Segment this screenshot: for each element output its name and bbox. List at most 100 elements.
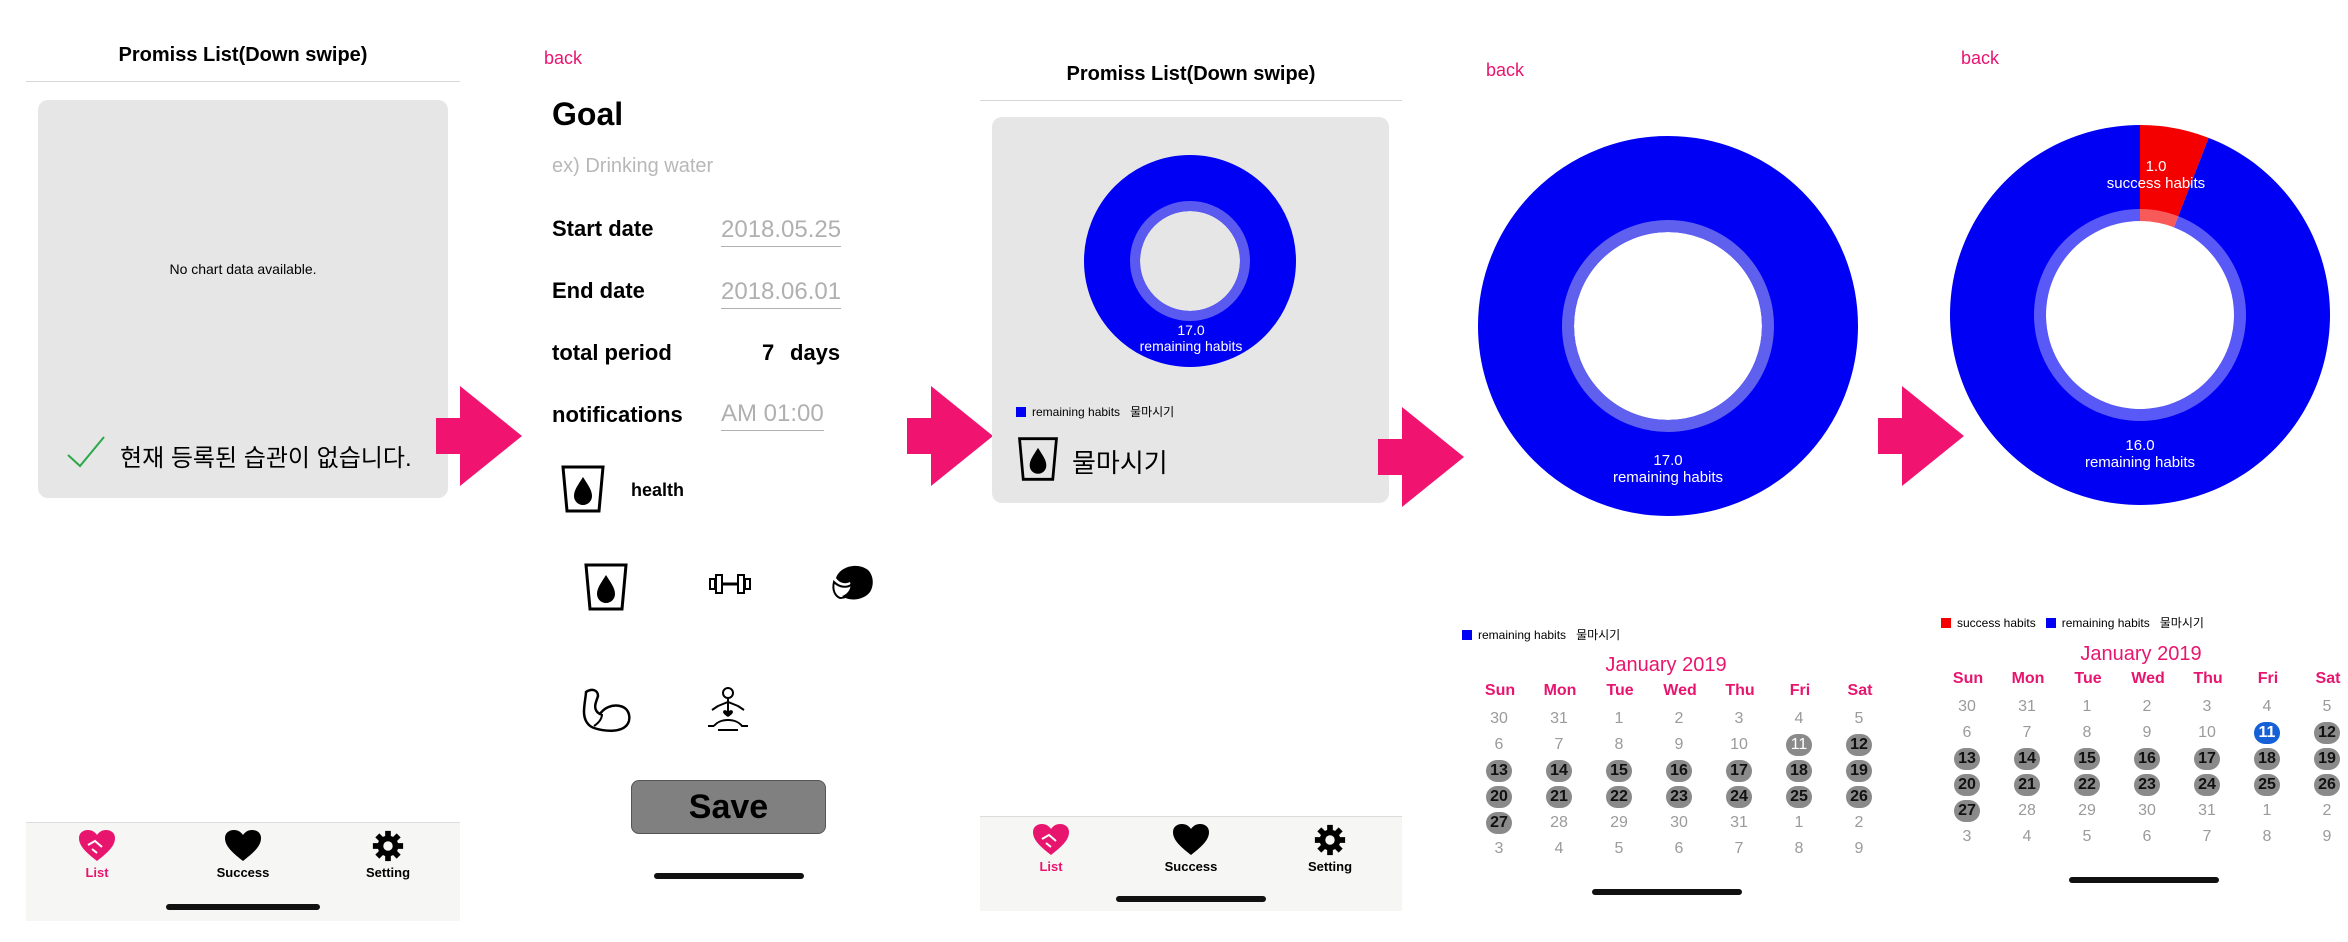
calendar-day[interactable]: 30	[1954, 696, 1980, 718]
calendar-day[interactable]: 1	[1606, 708, 1632, 730]
notification-time-field[interactable]: AM 01:00	[721, 400, 824, 431]
calendar-day[interactable]: 27	[1486, 812, 1512, 834]
calendar-day[interactable]: 14	[2014, 748, 2040, 770]
calendar-day[interactable]: 31	[2194, 800, 2220, 822]
calendar-day[interactable]: 5	[2074, 826, 2100, 848]
back-button[interactable]: back	[544, 48, 582, 69]
calendar-day[interactable]: 15	[1606, 760, 1632, 782]
calendar-day[interactable]: 2	[2314, 800, 2340, 822]
calendar-day[interactable]: 9	[2314, 826, 2340, 848]
sleep-head-icon[interactable]	[830, 562, 876, 606]
calendar-day[interactable]: 7	[1726, 838, 1752, 860]
calendar-day[interactable]: 11	[2254, 722, 2280, 744]
save-button[interactable]: Save	[631, 780, 826, 834]
calendar-day[interactable]: 12	[1846, 734, 1872, 756]
calendar-day[interactable]: 26	[2314, 774, 2340, 796]
calendar-day[interactable]: 2	[1666, 708, 1692, 730]
calendar-day[interactable]: 6	[1486, 734, 1512, 756]
calendar-day[interactable]: 24	[2194, 774, 2220, 796]
calendar-day[interactable]: 31	[2014, 696, 2040, 718]
calendar-day[interactable]: 8	[1786, 838, 1812, 860]
calendar-day[interactable]: 14	[1546, 760, 1572, 782]
meditation-icon[interactable]	[704, 686, 752, 734]
calendar-day[interactable]: 9	[2134, 722, 2160, 744]
calendar-day[interactable]: 5	[1606, 838, 1632, 860]
calendar-day[interactable]: 30	[1666, 812, 1692, 834]
calendar-day[interactable]: 10	[2194, 722, 2220, 744]
calendar-day[interactable]: 7	[2194, 826, 2220, 848]
calendar-day[interactable]: 3	[1726, 708, 1752, 730]
calendar-day[interactable]: 28	[1546, 812, 1572, 834]
calendar-day[interactable]: 26	[1846, 786, 1872, 808]
tab-success[interactable]: Success	[1121, 823, 1261, 874]
calendar-day[interactable]: 1	[2074, 696, 2100, 718]
calendar-day[interactable]: 16	[2134, 748, 2160, 770]
calendar-day[interactable]: 21	[2014, 774, 2040, 796]
calendar-day[interactable]: 31	[1546, 708, 1572, 730]
calendar-day[interactable]: 21	[1546, 786, 1572, 808]
calendar-day[interactable]: 6	[2134, 826, 2160, 848]
calendar-day[interactable]: 6	[1666, 838, 1692, 860]
calendar-day[interactable]: 5	[2314, 696, 2340, 718]
calendar-day[interactable]: 25	[1786, 786, 1812, 808]
calendar-day[interactable]: 13	[1486, 760, 1512, 782]
calendar-day[interactable]: 20	[1486, 786, 1512, 808]
calendar-day[interactable]: 13	[1954, 748, 1980, 770]
tab-list[interactable]: List	[27, 829, 167, 880]
end-date-field[interactable]: 2018.06.01	[721, 278, 842, 309]
calendar-day[interactable]: 17	[1726, 760, 1752, 782]
habit-card[interactable]: 17.0 remaining habits remaining habits 물…	[992, 117, 1389, 503]
calendar-day[interactable]: 5	[1846, 708, 1872, 730]
back-button[interactable]: back	[1961, 48, 1999, 69]
calendar-day[interactable]: 30	[2134, 800, 2160, 822]
calendar-day[interactable]: 19	[2314, 748, 2340, 770]
calendar-day[interactable]: 7	[1546, 734, 1572, 756]
calendar-day[interactable]: 30	[1486, 708, 1512, 730]
calendar-day[interactable]: 23	[2134, 774, 2160, 796]
goal-input[interactable]: ex) Drinking water	[552, 155, 713, 178]
calendar-day[interactable]: 4	[1546, 838, 1572, 860]
calendar-day[interactable]: 1	[2254, 800, 2280, 822]
calendar-day[interactable]: 31	[1726, 812, 1752, 834]
calendar-day[interactable]: 12	[2314, 722, 2340, 744]
calendar-day[interactable]: 25	[2254, 774, 2280, 796]
dumbbell-icon[interactable]	[708, 572, 752, 596]
calendar-day[interactable]: 15	[2074, 748, 2100, 770]
calendar-day[interactable]: 4	[2254, 696, 2280, 718]
calendar-day[interactable]: 11	[1786, 734, 1812, 756]
calendar-day[interactable]: 4	[2014, 826, 2040, 848]
calendar-day[interactable]: 29	[1606, 812, 1632, 834]
calendar-day[interactable]: 8	[1606, 734, 1632, 756]
calendar-day[interactable]: 20	[1954, 774, 1980, 796]
tab-setting[interactable]: Setting	[1260, 823, 1400, 874]
calendar-day[interactable]: 22	[2074, 774, 2100, 796]
calendar-day[interactable]: 8	[2074, 722, 2100, 744]
calendar-day[interactable]: 19	[1846, 760, 1872, 782]
calendar-day[interactable]: 10	[1726, 734, 1752, 756]
calendar-day[interactable]: 18	[1786, 760, 1812, 782]
calendar-day[interactable]: 23	[1666, 786, 1692, 808]
calendar-day[interactable]: 3	[1486, 838, 1512, 860]
tab-setting[interactable]: Setting	[318, 829, 458, 880]
tab-success[interactable]: Success	[173, 829, 313, 880]
back-button[interactable]: back	[1486, 60, 1524, 81]
calendar-day[interactable]: 28	[2014, 800, 2040, 822]
calendar-day[interactable]: 1	[1786, 812, 1812, 834]
calendar-day[interactable]: 3	[1954, 826, 1980, 848]
calendar-day[interactable]: 17	[2194, 748, 2220, 770]
start-date-field[interactable]: 2018.05.25	[721, 216, 842, 247]
calendar-day[interactable]: 16	[1666, 760, 1692, 782]
water-glass-icon[interactable]	[583, 561, 629, 613]
calendar-day[interactable]: 29	[2074, 800, 2100, 822]
calendar-day[interactable]: 22	[1606, 786, 1632, 808]
calendar-day[interactable]: 6	[1954, 722, 1980, 744]
calendar-day[interactable]: 18	[2254, 748, 2280, 770]
calendar-day[interactable]: 3	[2194, 696, 2220, 718]
calendar-day[interactable]: 4	[1786, 708, 1812, 730]
calendar-day[interactable]: 2	[2134, 696, 2160, 718]
calendar-day[interactable]: 9	[1846, 838, 1872, 860]
calendar-day[interactable]: 2	[1846, 812, 1872, 834]
flexed-arm-icon[interactable]	[580, 686, 634, 734]
calendar-day[interactable]: 9	[1666, 734, 1692, 756]
calendar-day[interactable]: 27	[1954, 800, 1980, 822]
